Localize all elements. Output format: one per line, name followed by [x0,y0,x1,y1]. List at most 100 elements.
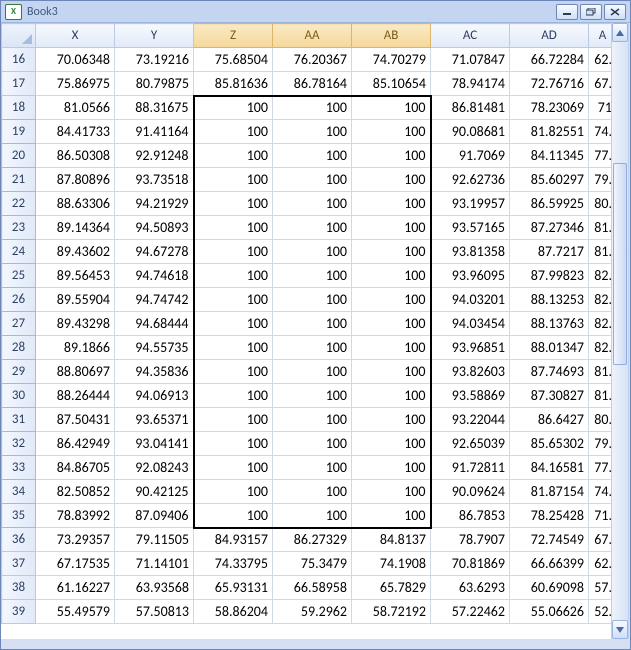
cell-AD31[interactable]: 86.6427 [510,408,589,432]
cell-AD28[interactable]: 88.01347 [510,336,589,360]
cell-AC22[interactable]: 93.19957 [431,192,510,216]
cell-AB29[interactable]: 100 [352,360,431,384]
cell-AC32[interactable]: 92.65039 [431,432,510,456]
cell-A19[interactable]: 74. [589,120,613,144]
cell-X19[interactable]: 84.41733 [36,120,115,144]
cell-X29[interactable]: 88.80697 [36,360,115,384]
cell-Z33[interactable]: 100 [194,456,273,480]
row-header-36[interactable]: 36 [2,528,36,552]
cell-AB16[interactable]: 74.70279 [352,48,431,72]
cell-A35[interactable]: 71. [589,504,613,528]
cell-AC26[interactable]: 94.03201 [431,288,510,312]
cell-A17[interactable]: 67. [589,72,613,96]
cell-AA33[interactable]: 100 [273,456,352,480]
cell-AB20[interactable]: 100 [352,144,431,168]
cell-A39[interactable]: 52. [589,600,613,624]
row-header-39[interactable]: 39 [2,600,36,624]
titlebar[interactable]: X Book3 [1,1,630,23]
cell-X17[interactable]: 75.86975 [36,72,115,96]
minimize-button[interactable] [556,4,578,20]
cell-Y18[interactable]: 88.31675 [115,96,194,120]
cell-A30[interactable]: 81. [589,384,613,408]
cell-Z22[interactable]: 100 [194,192,273,216]
scroll-thumb[interactable] [613,163,627,365]
cell-AA34[interactable]: 100 [273,480,352,504]
cell-Z25[interactable]: 100 [194,264,273,288]
cell-Z35[interactable]: 100 [194,504,273,528]
cell-AB38[interactable]: 65.7829 [352,576,431,600]
cell-AB32[interactable]: 100 [352,432,431,456]
cell-A25[interactable]: 82. [589,264,613,288]
cell-Y22[interactable]: 94.21929 [115,192,194,216]
cell-AC38[interactable]: 63.6293 [431,576,510,600]
row-header-22[interactable]: 22 [2,192,36,216]
cell-Y26[interactable]: 94.74742 [115,288,194,312]
cell-AC23[interactable]: 93.57165 [431,216,510,240]
cell-AC27[interactable]: 94.03454 [431,312,510,336]
cell-AC34[interactable]: 90.09624 [431,480,510,504]
col-header-AC[interactable]: AC [431,24,510,48]
col-header-AD[interactable]: AD [510,24,589,48]
cell-AA25[interactable]: 100 [273,264,352,288]
cell-Z32[interactable]: 100 [194,432,273,456]
cell-AA38[interactable]: 66.58958 [273,576,352,600]
cell-X33[interactable]: 84.86705 [36,456,115,480]
vertical-scrollbar[interactable] [611,23,629,639]
col-header-Y[interactable]: Y [115,24,194,48]
cell-AD16[interactable]: 66.72284 [510,48,589,72]
cell-AC31[interactable]: 93.22044 [431,408,510,432]
cell-Y29[interactable]: 94.35836 [115,360,194,384]
cell-AB21[interactable]: 100 [352,168,431,192]
cell-Z34[interactable]: 100 [194,480,273,504]
cell-Z18[interactable]: 100 [194,96,273,120]
cell-Y34[interactable]: 90.42125 [115,480,194,504]
cell-AD19[interactable]: 81.82551 [510,120,589,144]
cell-AC16[interactable]: 71.07847 [431,48,510,72]
cell-Z20[interactable]: 100 [194,144,273,168]
cell-AD23[interactable]: 87.27346 [510,216,589,240]
col-header-A[interactable]: A [589,24,613,48]
sheet-area[interactable]: XYZAAABACADA 1670.0634873.1921675.685047… [1,23,612,639]
cell-AC36[interactable]: 78.7907 [431,528,510,552]
scroll-up-button[interactable] [612,23,628,42]
cell-AB26[interactable]: 100 [352,288,431,312]
cell-A20[interactable]: 77. [589,144,613,168]
cell-Z19[interactable]: 100 [194,120,273,144]
cell-AD35[interactable]: 78.25428 [510,504,589,528]
cell-AA16[interactable]: 76.20367 [273,48,352,72]
cell-A28[interactable]: 82. [589,336,613,360]
cell-AD32[interactable]: 85.65302 [510,432,589,456]
cell-X31[interactable]: 87.50431 [36,408,115,432]
cell-A34[interactable]: 74. [589,480,613,504]
cell-AC28[interactable]: 93.96851 [431,336,510,360]
cell-AD26[interactable]: 88.13253 [510,288,589,312]
row-header-24[interactable]: 24 [2,240,36,264]
cell-A16[interactable]: 62. [589,48,613,72]
row-header-37[interactable]: 37 [2,552,36,576]
cell-AA36[interactable]: 86.27329 [273,528,352,552]
cell-AD30[interactable]: 87.30827 [510,384,589,408]
cell-A31[interactable]: 80. [589,408,613,432]
col-header-X[interactable]: X [36,24,115,48]
cell-AB17[interactable]: 85.10654 [352,72,431,96]
cell-AD22[interactable]: 86.59925 [510,192,589,216]
cell-X34[interactable]: 82.50852 [36,480,115,504]
cell-Y19[interactable]: 91.41164 [115,120,194,144]
cell-AC33[interactable]: 91.72811 [431,456,510,480]
cell-AB37[interactable]: 74.1908 [352,552,431,576]
cell-AD18[interactable]: 78.23069 [510,96,589,120]
cell-A38[interactable]: 57. [589,576,613,600]
row-header-28[interactable]: 28 [2,336,36,360]
cell-X30[interactable]: 88.26444 [36,384,115,408]
cell-Y28[interactable]: 94.55735 [115,336,194,360]
cell-AB33[interactable]: 100 [352,456,431,480]
cell-AB39[interactable]: 58.72192 [352,600,431,624]
cell-AB18[interactable]: 100 [352,96,431,120]
cell-AC29[interactable]: 93.82603 [431,360,510,384]
cell-AB34[interactable]: 100 [352,480,431,504]
cell-Y30[interactable]: 94.06913 [115,384,194,408]
spreadsheet-grid[interactable]: XYZAAABACADA 1670.0634873.1921675.685047… [1,23,612,624]
cell-Y36[interactable]: 79.11505 [115,528,194,552]
cell-X28[interactable]: 89.1866 [36,336,115,360]
col-header-Z[interactable]: Z [194,24,273,48]
